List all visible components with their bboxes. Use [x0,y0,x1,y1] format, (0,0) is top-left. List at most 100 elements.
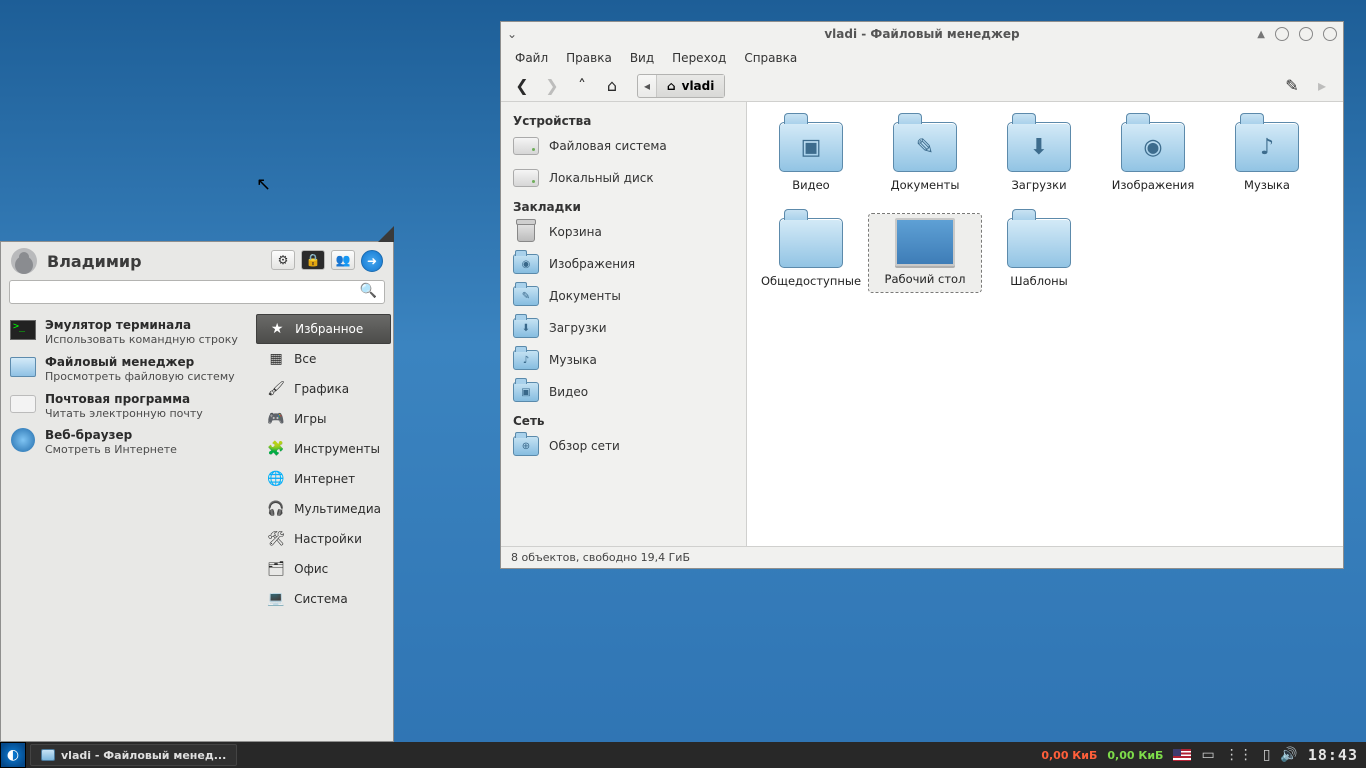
folder-item[interactable]: Общедоступные [755,214,867,292]
sidebar-group-network: Сеть [501,408,746,430]
category-item[interactable]: ★Избранное [256,314,391,344]
category-label: Офис [294,562,328,576]
folder-icon: ◉ [513,254,539,274]
category-item[interactable]: 🎧 Мультимедиа [256,494,391,524]
nav-home-button[interactable]: ⌂ [601,75,623,97]
path-forward-arrow[interactable]: ▸ [1311,75,1333,97]
menu-go[interactable]: Переход [672,51,726,65]
menu-help[interactable]: Справка [744,51,797,65]
drive-icon [513,169,539,187]
sidebar-item-label: Музыка [549,353,597,367]
folder-item[interactable]: ⬇Загрузки [983,118,1095,196]
mail-icon [10,395,36,413]
taskbar-item-filemanager[interactable]: vladi - Файловый менед... [30,744,237,766]
category-item[interactable]: 🌐Интернет [256,464,391,494]
search-input[interactable] [9,280,385,304]
sidebar-item[interactable]: ◉Изображения [501,248,746,280]
category-label: Настройки [294,532,362,546]
folder-icon [1007,218,1071,268]
terminal-icon: >_ [10,320,36,340]
folder-label: Музыка [1244,178,1290,192]
folder-item[interactable]: Рабочий стол [869,214,981,292]
category-item[interactable]: 💻Система [256,584,391,614]
category-item[interactable]: 🛠Настройки [256,524,391,554]
menu-view[interactable]: Вид [630,51,654,65]
path-segment-home[interactable]: ⌂vladi [656,75,724,97]
category-label: Графика [294,382,349,396]
sidebar-item-label: Обзор сети [549,439,620,453]
nav-forward-button[interactable]: ❯ [541,75,563,97]
sidebar-item[interactable]: ▣Видео [501,376,746,408]
maximize-button[interactable] [1299,27,1313,41]
sidebar-item[interactable]: ⊕Обзор сети [501,430,746,462]
menu-pointer [378,226,394,242]
start-button[interactable]: ◐ [0,742,26,768]
fav-terminal[interactable]: >_ Эмулятор терминалаИспользовать команд… [3,314,252,351]
category-label: Мультимедиа [294,502,381,516]
network-down-label: 0,00 КиБ [1041,749,1097,762]
drive-icon [513,137,539,155]
folder-icon [10,357,36,377]
folder-item[interactable]: Шаблоны [983,214,1095,292]
notification-icon[interactable]: ▭ [1201,747,1214,763]
category-label: Интернет [294,472,355,486]
folder-label: Документы [891,178,960,192]
nav-back-button[interactable]: ❮ [511,75,533,97]
folder-item[interactable]: ▣Видео [755,118,867,196]
category-item[interactable]: ▦Все [256,344,391,374]
folder-item[interactable]: ◉Изображения [1097,118,1209,196]
category-item[interactable]: 🧩Инструменты [256,434,391,464]
filemanager-window: ⌄ vladi - Файловый менеджер ▲ Файл Правк… [500,21,1344,569]
sidebar-item[interactable]: Локальный диск [501,162,746,194]
favorites-list: >_ Эмулятор терминалаИспользовать команд… [1,310,254,739]
icon-view[interactable]: ▣Видео✎Документы⬇Загрузки◉Изображения♪Му… [747,102,1343,546]
menu-file[interactable]: Файл [515,51,548,65]
session-actions: ⚙ 🔒 👥 ➜ [271,250,383,272]
folder-icon: ⬇ [513,318,539,338]
fav-browser[interactable]: Веб-браузерСмотреть в Интернете [3,424,252,461]
sidebar-item[interactable]: Файловая система [501,130,746,162]
home-icon: ⌂ [667,79,676,93]
category-item[interactable]: 🖌Графика [256,374,391,404]
category-item[interactable]: 🗂Офис [256,554,391,584]
category-label: Избранное [295,322,363,336]
close-button[interactable] [1323,27,1337,41]
trash-icon [517,222,535,242]
window-titlebar[interactable]: ⌄ vladi - Файловый менеджер ▲ [501,22,1343,46]
folder-icon [41,749,55,761]
window-menu-icon[interactable]: ⌄ [507,27,517,41]
switch-user-button[interactable]: 👥 [331,250,355,270]
sidebar-item[interactable]: ♪Музыка [501,344,746,376]
sidebar-group-devices: Устройства [501,108,746,130]
folder-item[interactable]: ✎Документы [869,118,981,196]
search-icon: 🔍 [360,283,377,299]
wifi-icon[interactable]: ⋮⋮ [1225,747,1253,763]
keyboard-layout-indicator[interactable] [1173,749,1191,761]
clock[interactable]: 18:43 [1308,746,1366,764]
whisker-menu: Владимир ⚙ 🔒 👥 ➜ 🔍 >_ Эмулятор терминала… [0,241,394,742]
folder-item[interactable]: ♪Музыка [1211,118,1323,196]
volume-icon[interactable]: 🔊 [1280,747,1297,763]
battery-icon[interactable]: ▯ [1263,747,1271,763]
sidebar-item[interactable]: ✎Документы [501,280,746,312]
edit-path-button[interactable]: ✎ [1281,75,1303,97]
globe-icon [11,428,35,452]
nav-up-button[interactable]: ˄ [571,75,593,97]
sidebar-item[interactable]: Корзина [501,216,746,248]
shade-icon[interactable]: ▲ [1257,29,1265,40]
category-item[interactable]: 🎮Игры [256,404,391,434]
path-back-arrow[interactable]: ◂ [638,75,656,97]
folder-icon: ◉ [1121,122,1185,172]
menu-edit[interactable]: Правка [566,51,612,65]
category-icon: 🎧 [266,499,286,519]
fav-mail[interactable]: Почтовая программаЧитать электронную поч… [3,388,252,425]
settings-button[interactable]: ⚙ [271,250,295,270]
fav-filemanager[interactable]: Файловый менеджерПросмотреть файловую си… [3,351,252,388]
lock-button[interactable]: 🔒 [301,250,325,270]
minimize-button[interactable] [1275,27,1289,41]
folder-label: Рабочий стол [885,272,966,286]
sidebar-item[interactable]: ⬇Загрузки [501,312,746,344]
logout-button[interactable]: ➜ [361,250,383,272]
sidebar-group-bookmarks: Закладки [501,194,746,216]
window-title: vladi - Файловый менеджер [501,27,1343,41]
